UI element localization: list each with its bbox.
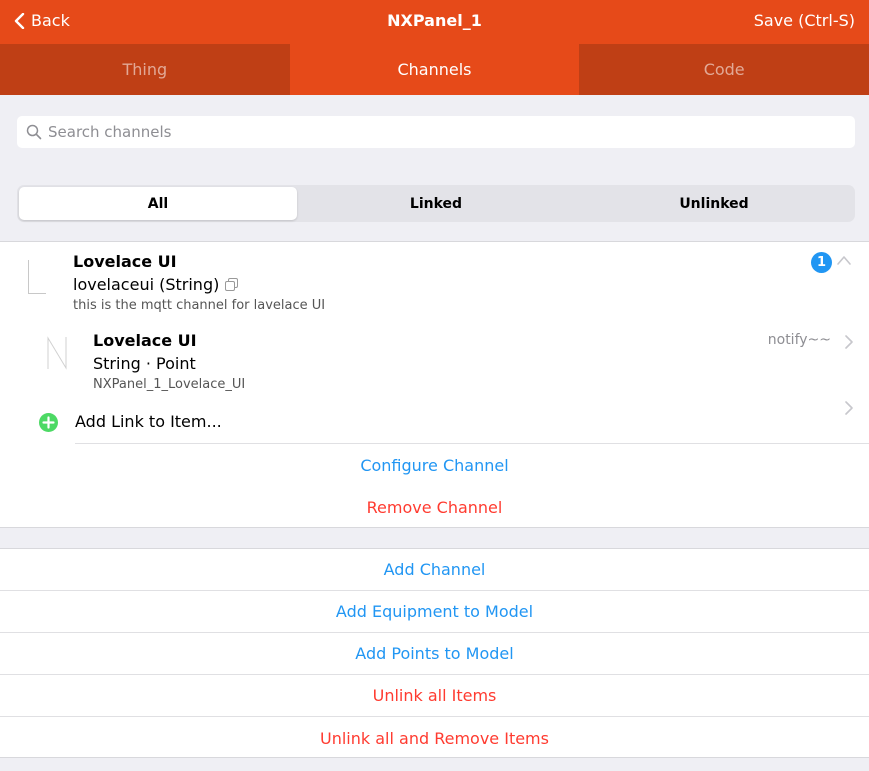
configure-channel-button[interactable]: Configure Channel [0,456,869,475]
item-state: notify~~ [767,332,831,348]
item-type-glyph [47,336,67,370]
unlink-all-button[interactable]: Unlink all Items [0,675,869,717]
remove-channel-button[interactable]: Remove Channel [0,498,869,517]
channel-description: this is the mqtt channel for lavelace UI [73,298,326,313]
filter-all[interactable]: All [19,187,297,220]
channel-id-row: lovelaceui (String) [73,275,239,294]
tab-channels[interactable]: Channels [289,44,580,95]
filter-segmented-control: All Linked Unlinked [17,185,855,222]
add-equipment-button[interactable]: Add Equipment to Model [0,591,869,633]
search-input[interactable] [48,123,828,141]
channel-actions-list: Add Channel Add Equipment to Model Add P… [0,548,869,758]
linked-item-row[interactable]: Lovelace UI String · Point NXPanel_1_Lov… [0,324,869,400]
channel-type-glyph [28,260,46,294]
filter-unlinked[interactable]: Unlinked [575,187,853,220]
chevron-up-icon[interactable] [836,254,852,266]
search-bar [17,116,855,148]
save-button[interactable]: Save (Ctrl-S) [754,11,855,30]
back-label: Back [31,11,70,30]
channel-card: Lovelace UI lovelaceui (String) this is … [0,241,869,528]
filter-linked[interactable]: Linked [297,187,575,220]
add-circle-icon [39,413,58,432]
add-channel-button[interactable]: Add Channel [0,549,869,591]
back-button[interactable]: Back [14,11,70,30]
item-type-semantics: String · Point [93,354,196,373]
add-link-label: Add Link to Item... [75,412,222,431]
search-icon [26,124,42,140]
tab-bar: Thing Channels Code [0,44,869,95]
tab-thing[interactable]: Thing [0,44,290,95]
item-name: NXPanel_1_Lovelace_UI [93,377,246,392]
channel-label: Lovelace UI [73,252,177,271]
chevron-right-icon [845,401,853,415]
add-points-button[interactable]: Add Points to Model [0,633,869,675]
item-label: Lovelace UI [93,331,197,350]
channel-id-type: lovelaceui (String) [73,275,220,294]
navbar: Back NXPanel_1 Save (Ctrl-S) [0,0,869,44]
page-title: NXPanel_1 [387,11,482,30]
divider [75,443,869,444]
chevron-left-icon [14,12,25,29]
tab-code[interactable]: Code [579,44,869,95]
copy-icon[interactable] [225,278,239,291]
chevron-right-icon [845,335,853,349]
unlink-remove-button[interactable]: Unlink all and Remove Items [0,717,869,759]
add-link-row[interactable]: Add Link to Item... [0,400,869,444]
link-count-badge: 1 [811,252,832,273]
